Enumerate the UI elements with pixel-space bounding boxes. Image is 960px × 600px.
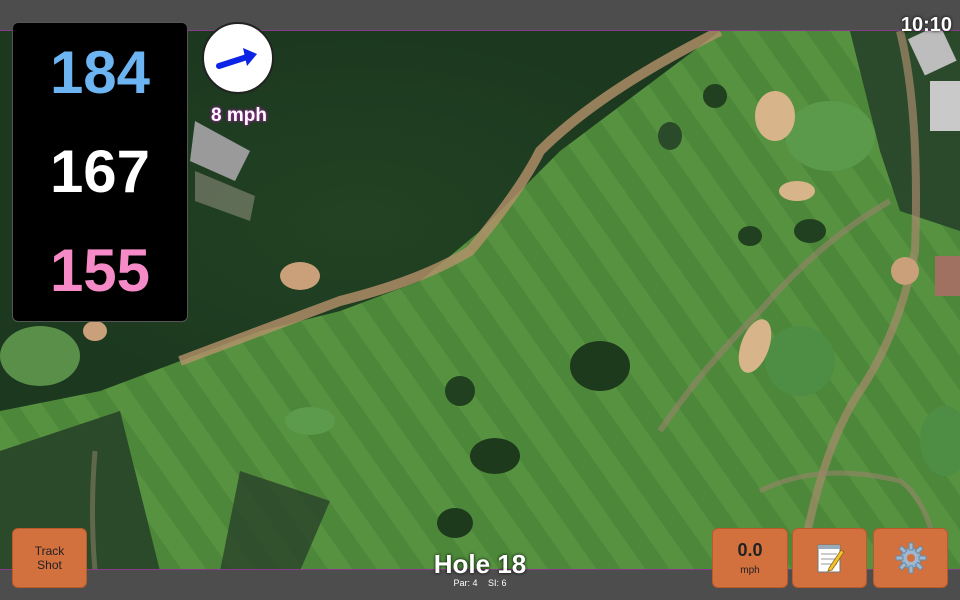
- track-shot-label-line2: Shot: [37, 558, 62, 572]
- clock: 10:10: [900, 14, 952, 36]
- speed-button[interactable]: 0.0 mph: [712, 528, 788, 588]
- notepad-icon: [817, 544, 845, 573]
- wind-speed-label: 8 mph: [211, 105, 267, 126]
- hole-title: Hole 18: [433, 549, 527, 579]
- back-yardage: 184: [49, 38, 151, 106]
- stroke-index-label: SI: 6: [488, 578, 507, 588]
- front-yardage: 155: [49, 237, 151, 305]
- par-label: Par: 4: [453, 578, 478, 588]
- track-shot-button[interactable]: Track Shot: [12, 528, 87, 588]
- hole-info: Hole 18 Par: 4 SI: 6: [380, 550, 580, 589]
- yardage-panel: 184 167 155: [12, 22, 188, 322]
- track-shot-label-line1: Track: [34, 544, 65, 558]
- center-yardage: 167: [49, 137, 151, 205]
- settings-button[interactable]: [873, 528, 948, 588]
- gear-icon: [895, 542, 926, 574]
- speed-value: 0.0: [737, 540, 763, 560]
- speed-unit: mph: [740, 565, 760, 576]
- hole-details: Par: 4 SI: 6: [380, 578, 580, 589]
- notes-button[interactable]: [792, 528, 867, 588]
- wind-direction-dial[interactable]: [202, 22, 274, 94]
- arrow-icon: [216, 48, 257, 69]
